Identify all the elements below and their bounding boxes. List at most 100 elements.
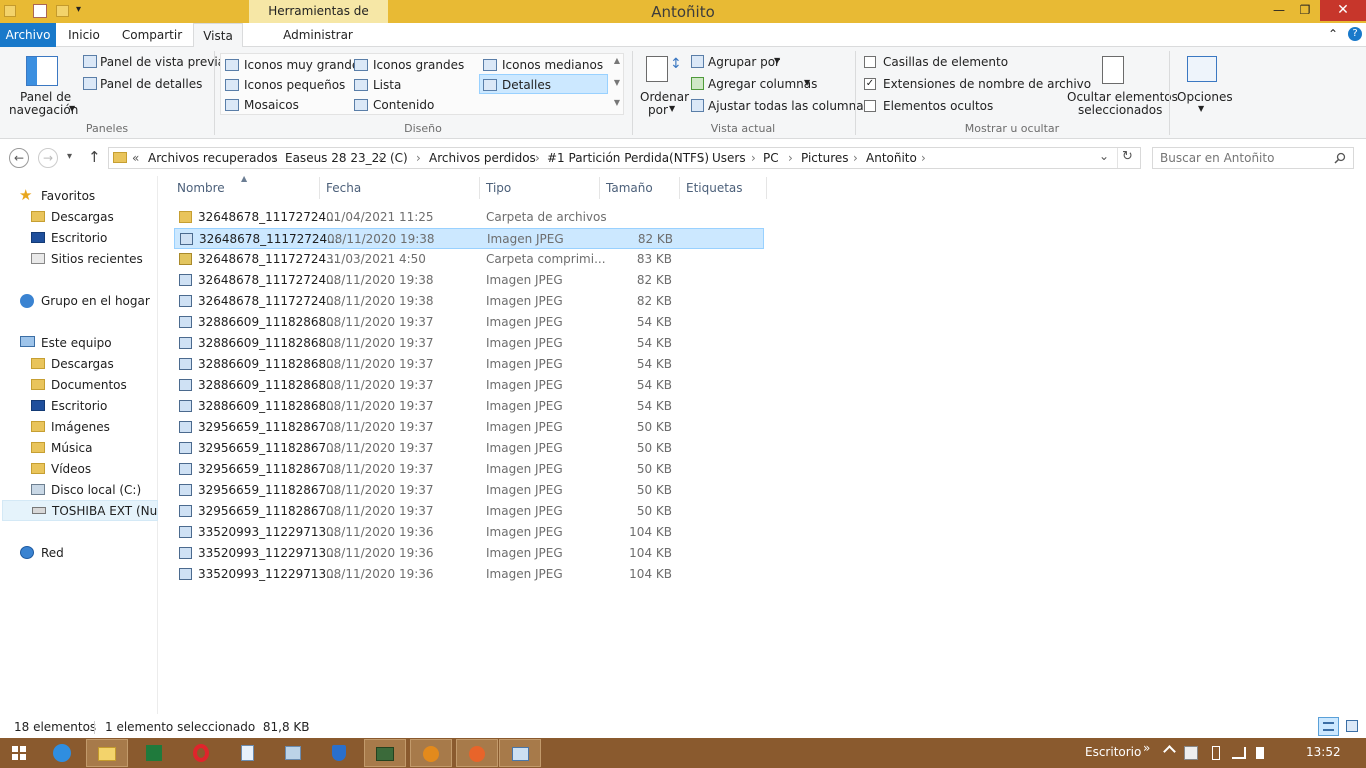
column-header-tipo[interactable]: Tipo xyxy=(486,181,511,195)
breadcrumb-item[interactable]: Archivos recuperados xyxy=(148,151,278,165)
breadcrumb-separator[interactable]: › xyxy=(751,151,756,165)
tab-vista[interactable]: Vista xyxy=(193,23,243,48)
table-row[interactable]: 33520993_11229713... 08/11/2020 19:36 Imag… xyxy=(174,543,764,564)
gallery-more[interactable]: ▼ xyxy=(611,98,623,107)
column-header-etiquetas[interactable]: Etiquetas xyxy=(686,181,743,195)
layout-medium-icons[interactable]: Iconos medianos xyxy=(481,56,607,74)
media2-taskbar-button[interactable] xyxy=(456,739,498,767)
column-separator[interactable] xyxy=(479,177,480,199)
homegroup-node[interactable]: Grupo en el hogar xyxy=(0,291,158,311)
item-checkboxes-checkbox[interactable] xyxy=(864,56,876,68)
hidden-items-toggle[interactable]: Elementos ocultos xyxy=(862,97,1002,115)
breadcrumb-overflow[interactable]: « xyxy=(132,151,139,165)
clock[interactable]: 13:52 xyxy=(1306,745,1341,759)
breadcrumb-item-current[interactable]: Antoñito xyxy=(866,151,917,165)
tab-compartir[interactable]: Compartir xyxy=(118,23,186,47)
layout-extra-large-icons[interactable]: Iconos muy grandes xyxy=(223,56,365,74)
app-taskbar-button[interactable] xyxy=(272,739,314,767)
breadcrumb-item[interactable]: #1 Partición Perdida(NTFS) xyxy=(547,151,709,165)
breadcrumb-separator[interactable]: › xyxy=(273,151,278,165)
breadcrumb-separator[interactable]: › xyxy=(535,151,540,165)
sort-by-button[interactable]: ↕ Ordenar por ▼ xyxy=(638,53,689,119)
table-row[interactable]: 33520993_11229713... 08/11/2020 19:36 Imag… xyxy=(174,522,764,543)
forward-button[interactable]: → xyxy=(38,148,58,168)
table-row[interactable]: 32648678_11172724... 08/11/2020 19:38 Imag… xyxy=(174,291,764,312)
nav-item-musica[interactable]: Música xyxy=(0,438,158,458)
table-row[interactable]: 32648678_11172724... 31/03/2021 4:50 Carpe… xyxy=(174,249,764,270)
hidden-items-checkbox[interactable] xyxy=(864,100,876,112)
table-row-selected[interactable]: 32648678_11172724... 08/11/2020 19:38 Imag… xyxy=(174,228,764,249)
window-taskbar-button[interactable] xyxy=(499,739,541,767)
notifications-chevron-icon[interactable] xyxy=(1163,745,1176,758)
table-row[interactable]: 32886609_11182868... 08/11/2020 19:37 Imag… xyxy=(174,312,764,333)
volume-icon[interactable] xyxy=(1256,747,1264,759)
refresh-icon[interactable]: ↻ xyxy=(1122,149,1133,164)
search-box[interactable] xyxy=(1152,147,1354,169)
tab-administrar[interactable]: Administrar xyxy=(278,23,358,47)
item-checkboxes-toggle[interactable]: Casillas de elemento xyxy=(862,53,1008,71)
large-icons-view-button[interactable] xyxy=(1342,717,1363,736)
table-row[interactable]: 32956659_11182867... 08/11/2020 19:37 Imag… xyxy=(174,480,764,501)
preview-pane-button[interactable]: Panel de vista previa xyxy=(80,53,225,71)
table-row[interactable]: 32648678_11172724... 01/04/2021 11:25 Carp… xyxy=(174,207,764,228)
details-pane-button[interactable]: Panel de detalles xyxy=(80,75,210,93)
nav-item-videos[interactable]: Vídeos xyxy=(0,459,158,479)
address-bar[interactable]: « Archivos recuperados › Easeus 28 23_22… xyxy=(108,147,1141,169)
navigation-pane-button[interactable]: Panel de navegación ▼ xyxy=(8,53,78,119)
layout-list[interactable]: Lista xyxy=(352,76,478,94)
media-taskbar-button[interactable] xyxy=(410,739,452,767)
search-input[interactable] xyxy=(1153,148,1329,168)
help-icon[interactable]: ? xyxy=(1348,27,1362,41)
close-button[interactable]: ✕ xyxy=(1320,0,1366,21)
column-separator[interactable] xyxy=(679,177,680,199)
table-row[interactable]: 32956659_11182867... 08/11/2020 19:37 Imag… xyxy=(174,438,764,459)
breadcrumb-item[interactable]: Archivos perdidos xyxy=(429,151,536,165)
internet-explorer-taskbar-button[interactable] xyxy=(41,739,83,767)
up-button[interactable]: ↑ xyxy=(88,148,101,166)
excel-taskbar-button[interactable] xyxy=(133,739,175,767)
gallery-scroll-up[interactable]: ▲ xyxy=(611,56,623,65)
battery-icon[interactable] xyxy=(1212,746,1220,760)
breadcrumb-separator[interactable]: › xyxy=(416,151,421,165)
gallery-scroll-down[interactable]: ▼ xyxy=(611,78,623,87)
collapse-ribbon-icon[interactable]: ⌃ xyxy=(1328,27,1338,41)
options-button[interactable]: Opciones ▼ xyxy=(1174,53,1233,119)
breadcrumb-item[interactable]: Pictures xyxy=(801,151,849,165)
table-row[interactable]: 32886609_11182868... 08/11/2020 19:37 Imag… xyxy=(174,396,764,417)
table-row[interactable]: 32886609_11182868... 08/11/2020 19:37 Imag… xyxy=(174,375,764,396)
network-node[interactable]: Red xyxy=(0,543,158,563)
details-view-button[interactable] xyxy=(1318,717,1339,736)
address-history-dropdown[interactable]: ⌄ xyxy=(1099,149,1109,163)
this-pc-node[interactable]: Este equipo xyxy=(0,333,158,353)
table-row[interactable]: 32956659_11182867... 08/11/2020 19:37 Imag… xyxy=(174,501,764,522)
toolbar-overflow[interactable]: » xyxy=(1143,741,1150,755)
layout-details[interactable]: Detalles xyxy=(479,74,608,94)
column-separator[interactable] xyxy=(319,177,320,199)
column-header-nombre[interactable]: Nombre xyxy=(177,181,225,195)
nav-item-imagenes[interactable]: Imágenes xyxy=(0,417,158,437)
layout-small-icons[interactable]: Iconos pequeños xyxy=(223,76,349,94)
action-center-icon[interactable] xyxy=(1184,746,1198,760)
breadcrumb-separator[interactable]: › xyxy=(378,151,383,165)
recent-locations-dropdown[interactable]: ▾ xyxy=(67,151,72,162)
layout-content[interactable]: Contenido xyxy=(352,96,478,114)
search-icon[interactable] xyxy=(1334,152,1346,164)
table-row[interactable]: 32886609_11182868... 08/11/2020 19:37 Imag… xyxy=(174,333,764,354)
column-separator[interactable] xyxy=(766,177,767,199)
file-extensions-toggle[interactable]: ✓ Extensiones de nombre de archivo xyxy=(862,75,1091,93)
nav-item-descargas-pc[interactable]: Descargas xyxy=(0,354,158,374)
column-header-fecha[interactable]: Fecha xyxy=(326,181,361,195)
desktop-toolbar-label[interactable]: Escritorio xyxy=(1085,745,1141,759)
breadcrumb-separator[interactable]: › xyxy=(700,151,705,165)
breadcrumb-separator[interactable]: › xyxy=(921,151,926,165)
minimize-button[interactable]: — xyxy=(1266,0,1292,21)
layout-large-icons[interactable]: Iconos grandes xyxy=(352,56,478,74)
hide-selected-button[interactable]: Ocultar elementos seleccionados xyxy=(1064,53,1178,119)
breadcrumb-item[interactable]: PC xyxy=(763,151,779,165)
nav-item-escritorio-pc[interactable]: Escritorio xyxy=(0,396,158,416)
nav-item-descargas[interactable]: Descargas xyxy=(0,207,158,227)
add-columns-button[interactable]: Agregar columnas ▼ xyxy=(688,75,828,93)
breadcrumb-item[interactable]: (C) xyxy=(390,151,408,165)
maximize-button[interactable]: ❐ xyxy=(1292,0,1318,21)
table-row[interactable]: 32956659_11182867... 08/11/2020 19:37 Imag… xyxy=(174,459,764,480)
